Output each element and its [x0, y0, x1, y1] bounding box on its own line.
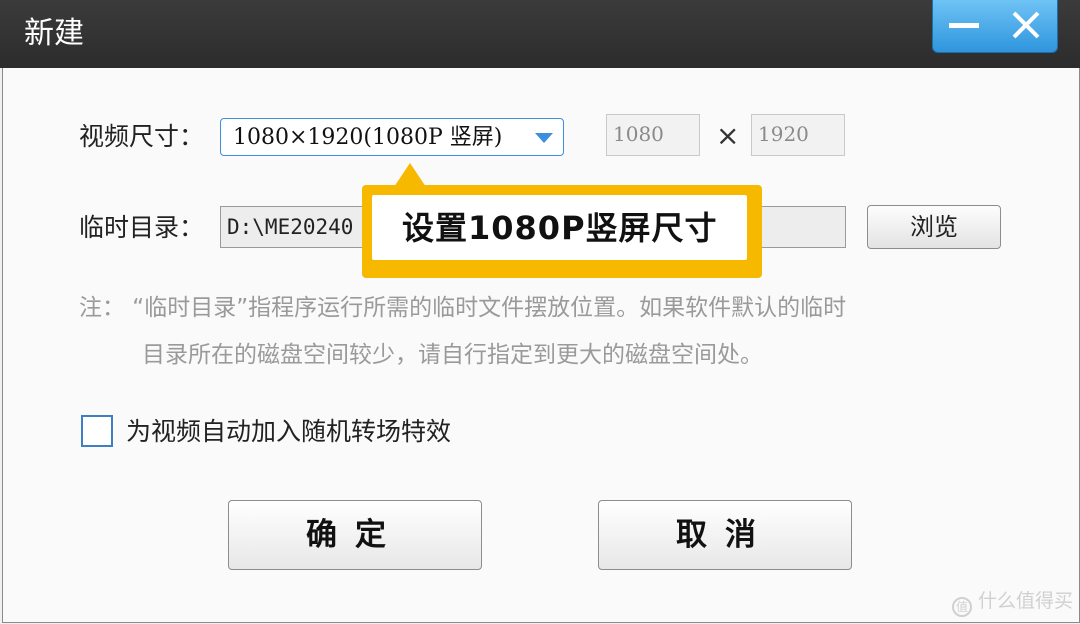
watermark-text: 什么值得买: [978, 590, 1074, 612]
callout-text: 设置1080P竖屏尺寸: [402, 209, 718, 247]
video-size-dropdown[interactable]: 1080×1920(1080P 竖屏): [220, 118, 564, 156]
watermark: 值什么值得买: [952, 588, 1073, 617]
temp-dir-path: D:\ME20240: [227, 215, 354, 239]
callout-inner: 设置1080P竖屏尺寸: [372, 195, 747, 260]
callout-pointer: [394, 163, 426, 187]
window-title: 新建: [24, 16, 84, 51]
dropdown-arrow-icon: [535, 133, 553, 143]
note-line-1: 注： “临时目录”指程序运行所需的临时文件摆放位置。如果软件默认的临时: [79, 295, 847, 321]
window-controls: [932, 0, 1058, 53]
title-bar: 新建: [0, 0, 1080, 68]
close-icon: [1012, 11, 1040, 39]
temp-dir-label: 临时目录：: [79, 213, 205, 242]
video-size-selected: 1080×1920(1080P 竖屏): [233, 125, 503, 150]
ok-button[interactable]: 确定: [228, 500, 482, 570]
minimize-icon: [949, 23, 979, 28]
video-size-label: 视频尺寸：: [79, 122, 205, 151]
close-button[interactable]: [995, 0, 1057, 52]
annotation-callout: 设置1080P竖屏尺寸: [362, 185, 762, 278]
height-field: 1920: [751, 114, 845, 156]
cancel-button[interactable]: 取消: [598, 500, 852, 570]
random-transition-label[interactable]: 为视频自动加入随机转场特效: [126, 416, 451, 448]
width-field: 1080: [606, 114, 700, 156]
times-symbol: ×: [716, 119, 740, 152]
random-transition-checkbox[interactable]: [81, 415, 113, 447]
minimize-button[interactable]: [933, 0, 995, 52]
watermark-logo-icon: 值: [952, 597, 972, 617]
browse-button[interactable]: 浏览: [867, 205, 1001, 249]
note-line-2: 目录所在的磁盘空间较少，请自行指定到更大的磁盘空间处。: [142, 342, 763, 368]
